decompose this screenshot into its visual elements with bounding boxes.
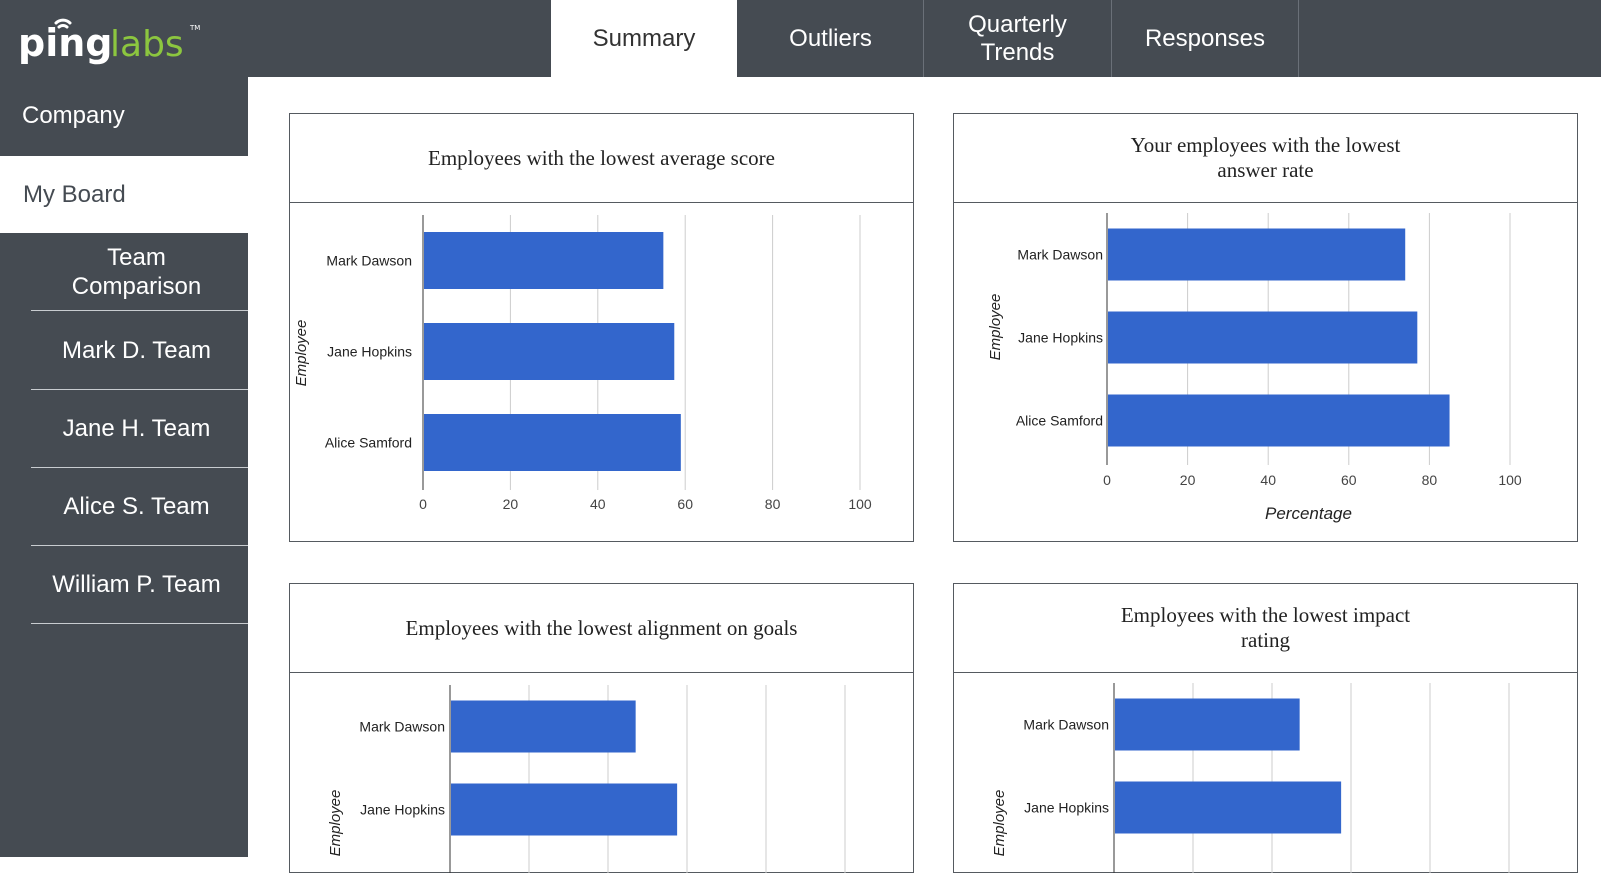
sidebar-item-team-comparison-label: Team Comparison xyxy=(71,243,202,300)
sidebar-item-my-board[interactable]: My Board xyxy=(0,156,248,233)
tab-quarterly-trends[interactable]: Quarterly Trends xyxy=(924,0,1112,77)
category-label: Mark Dawson xyxy=(359,719,445,735)
sidebar-item-alice-s-team-label: Alice S. Team xyxy=(63,493,210,520)
bar xyxy=(1115,781,1342,834)
chart-lowest-average-score: Mark Dawson Jane Hopkins Alice Samford 0 20 4… xyxy=(293,215,872,512)
chart-title: Employees with the lowest impact rating xyxy=(954,584,1577,673)
tick-label: 0 xyxy=(419,496,427,512)
y-axis-label: Employee xyxy=(991,790,1008,857)
chart-card-lowest-alignment-on-goals: Employees with the lowest alignment on g… xyxy=(289,583,914,873)
tick-label: 40 xyxy=(1260,472,1276,488)
bar xyxy=(1115,698,1300,751)
tab-outliers-label: Outliers xyxy=(789,24,872,52)
tick-label: 80 xyxy=(765,496,781,512)
logo-ping-text: ping xyxy=(18,21,112,65)
tab-quarterly-trends-label: Quarterly Trends xyxy=(968,10,1067,66)
sidebar-item-team-comparison[interactable]: Team Comparison xyxy=(31,233,248,311)
pinglabs-logo[interactable]: ping labs TM xyxy=(18,10,218,70)
sidebar-item-alice-s-team[interactable]: Alice S. Team xyxy=(31,468,248,546)
category-label: Mark Dawson xyxy=(1017,247,1103,263)
sidebar-item-jane-h-team[interactable]: Jane H. Team xyxy=(31,390,248,468)
sidebar-item-my-board-label: My Board xyxy=(23,180,126,208)
chart-title-text: Your employees with the lowest answer ra… xyxy=(1130,133,1401,182)
tick-label: 60 xyxy=(1341,472,1357,488)
tick-label: 20 xyxy=(1180,472,1196,488)
bar xyxy=(1108,394,1450,447)
tick-label: 60 xyxy=(677,496,693,512)
bar xyxy=(451,783,678,836)
tab-summary-label: Summary xyxy=(592,24,696,52)
category-label: Mark Dawson xyxy=(1023,717,1109,733)
tick-label: 100 xyxy=(1498,472,1522,488)
chart-title: Employees with the lowest alignment on g… xyxy=(290,584,913,673)
tab-responses[interactable]: Responses xyxy=(1112,0,1299,77)
bar xyxy=(424,414,681,471)
sidebar-item-mark-d-team-label: Mark D. Team xyxy=(62,337,211,364)
chart-title-text: Employees with the lowest alignment on g… xyxy=(405,615,798,640)
tab-responses-label: Responses xyxy=(1144,24,1266,52)
chart-card-lowest-impact-rating: Employees with the lowest impact rating … xyxy=(953,583,1578,873)
chart-title-text: Employees with the lowest average score xyxy=(428,145,775,170)
category-label: Alice Samford xyxy=(325,435,412,451)
category-label: Jane Hopkins xyxy=(360,802,445,818)
sidebar-item-jane-h-team-label: Jane H. Team xyxy=(62,415,211,442)
chart-lowest-answer-rate: Mark Dawson Jane Hopkins Alice Samford 0 20 4… xyxy=(987,213,1522,523)
y-axis-label: Employee xyxy=(293,320,310,387)
top-nav-bar: ping labs TM Summary Outliers Quarterly … xyxy=(0,0,1601,77)
chart-title: Employees with the lowest average score xyxy=(290,114,913,203)
sidebar-item-william-p-team-label: William P. Team xyxy=(52,571,221,598)
bar xyxy=(424,232,664,289)
tab-summary[interactable]: Summary xyxy=(551,0,737,77)
sidebar-item-mark-d-team[interactable]: Mark D. Team xyxy=(31,312,248,390)
logo-labs-text: labs xyxy=(110,24,184,65)
tick-label: 20 xyxy=(503,496,519,512)
category-label: Mark Dawson xyxy=(326,253,412,269)
chart-card-lowest-average-score: Employees with the lowest average score … xyxy=(289,113,914,542)
y-axis-label: Employee xyxy=(987,294,1004,361)
y-axis-label: Employee xyxy=(327,790,344,857)
bar xyxy=(1108,228,1406,281)
chart-lowest-impact-rating: Mark Dawson Jane Hopkins Employee xyxy=(991,683,1510,873)
chart-lowest-alignment-on-goals: Mark Dawson Jane Hopkins Employee xyxy=(327,685,846,873)
logo-tm-text: TM xyxy=(189,24,200,32)
chart-title: Your employees with the lowest answer ra… xyxy=(954,114,1577,203)
tick-label: 0 xyxy=(1103,472,1111,488)
bar xyxy=(1108,311,1418,364)
sidebar-item-company[interactable]: Company xyxy=(0,77,248,155)
sidebar-item-william-p-team[interactable]: William P. Team xyxy=(31,546,248,624)
category-label: Alice Samford xyxy=(1016,413,1103,429)
category-label: Jane Hopkins xyxy=(1024,800,1109,816)
tab-outliers[interactable]: Outliers xyxy=(738,0,924,77)
category-label: Jane Hopkins xyxy=(327,344,412,360)
bar xyxy=(424,323,675,380)
category-label: Jane Hopkins xyxy=(1018,330,1103,346)
bar xyxy=(451,700,636,753)
chart-title-text: Employees with the lowest impact rating xyxy=(1120,603,1411,652)
sidebar: Company My Board Team Comparison Mark D.… xyxy=(0,77,248,857)
tick-label: 100 xyxy=(848,496,872,512)
chart-card-lowest-answer-rate: Your employees with the lowest answer ra… xyxy=(953,113,1578,542)
sidebar-item-company-label: Company xyxy=(22,102,125,129)
tick-label: 80 xyxy=(1422,472,1438,488)
tick-label: 40 xyxy=(590,496,606,512)
x-axis-label: Percentage xyxy=(1265,504,1352,523)
